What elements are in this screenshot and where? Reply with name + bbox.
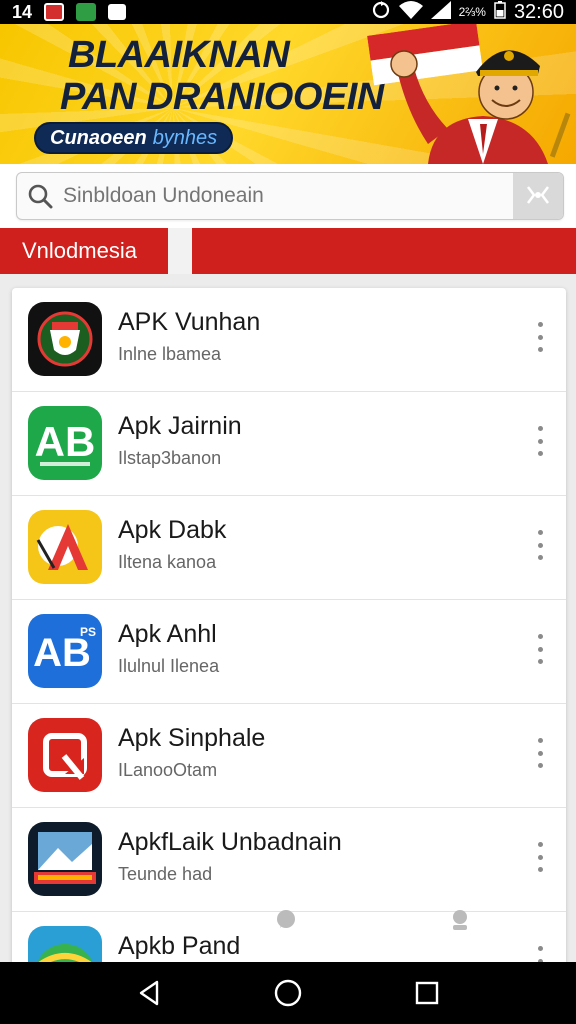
voice-icon[interactable]: [513, 173, 563, 219]
more-options-icon[interactable]: [534, 530, 546, 560]
search-icon[interactable]: [17, 183, 63, 209]
category-strip: Vnlodmesia: [0, 228, 576, 274]
system-nav-bar: [0, 962, 576, 1024]
list-item[interactable]: Apk Dabk Iltena kanoa: [12, 496, 566, 600]
banner-pill-text: Cunaoeen: [50, 126, 147, 149]
banner-pill: Cunaoeen bynhes: [34, 122, 234, 154]
list-item[interactable]: ApkfLaik Unbadnain Teunde had: [12, 808, 566, 912]
promo-banner[interactable]: BLAAIKNAN PAN DRANIOOEIN Cunaoeen bynhes: [0, 24, 576, 164]
app-name: Apk Jairnin: [118, 412, 242, 440]
status-left-time: 14: [12, 1, 33, 22]
globe-icon: [28, 926, 102, 962]
battery-icon: [494, 0, 506, 24]
list-item[interactable]: Apkb Pand: [12, 912, 566, 962]
banner-title-line2: PAN DRANIOOEIN: [60, 76, 384, 118]
list-item[interactable]: AB PS Apk Anhl Ilulnul Ilenea: [12, 600, 566, 704]
notification-app-icon: [76, 3, 97, 21]
a-yellow-icon: [28, 510, 102, 584]
back-icon[interactable]: [129, 973, 169, 1013]
search-bar[interactable]: [16, 172, 564, 220]
app-subtitle: Ilstap3banon: [118, 448, 222, 468]
app-subtitle: Iltena kanoa: [118, 552, 217, 572]
more-options-icon[interactable]: [534, 738, 546, 768]
signal-icon: [430, 0, 451, 24]
app-name: Apk Anhl: [118, 620, 217, 648]
svg-text:PS: PS: [80, 625, 96, 639]
search-input[interactable]: [63, 184, 513, 208]
ab-green-icon: AB: [28, 406, 102, 480]
notification-app-icon: [44, 3, 65, 21]
status-bar: 14 2⅔% 32:60: [0, 0, 576, 24]
app-subtitle: Inlne lbamea: [118, 344, 222, 364]
ab-blue-icon: AB PS: [28, 614, 102, 688]
officer-illustration-icon: [390, 50, 571, 164]
poster-icon: [28, 822, 102, 896]
banner-title-line1: BLAAIKNAN: [68, 34, 290, 76]
more-options-icon[interactable]: [534, 634, 546, 664]
status-clock: 32:60: [513, 0, 564, 23]
app-subtitle: Teunde had: [118, 864, 213, 884]
tab-category[interactable]: Vnlodmesia: [0, 228, 168, 274]
app-name: APK Vunhan: [118, 308, 261, 336]
strip-divider: [168, 228, 192, 274]
battery-percent: 2⅔%: [458, 5, 486, 19]
app-name: ApkfLaik Unbadnain: [118, 828, 342, 856]
app-list-area[interactable]: APK Vunhan Inlne lbamea AB Apk Jairnin I…: [0, 274, 576, 962]
list-item[interactable]: Apk Sinphale ILanooOtam: [12, 704, 566, 808]
app-name: Apk Dabk: [118, 516, 227, 544]
dr-red-icon: [28, 718, 102, 792]
list-item[interactable]: APK Vunhan Inlne lbamea: [12, 288, 566, 392]
app-subtitle: Ilulnul Ilenea: [118, 656, 220, 676]
home-icon[interactable]: [268, 973, 308, 1013]
list-item[interactable]: AB Apk Jairnin Ilstap3banon: [12, 392, 566, 496]
emblem-icon: [28, 302, 102, 376]
svg-text:AB: AB: [35, 418, 96, 465]
recents-icon[interactable]: [407, 973, 447, 1013]
app-name: Apk Sinphale: [118, 724, 266, 752]
app-subtitle: ILanooOtam: [118, 760, 218, 780]
notification-message-icon: [108, 4, 127, 20]
banner-pill-accent: bynhes: [152, 126, 218, 149]
more-options-icon[interactable]: [534, 946, 546, 962]
more-options-icon[interactable]: [534, 322, 546, 352]
wifi-icon: [398, 0, 423, 24]
app-list-card: APK Vunhan Inlne lbamea AB Apk Jairnin I…: [12, 288, 566, 962]
more-options-icon[interactable]: [534, 842, 546, 872]
more-options-icon[interactable]: [534, 426, 546, 456]
app-name: Apkb Pand: [118, 932, 241, 960]
sync-icon: [371, 0, 391, 25]
